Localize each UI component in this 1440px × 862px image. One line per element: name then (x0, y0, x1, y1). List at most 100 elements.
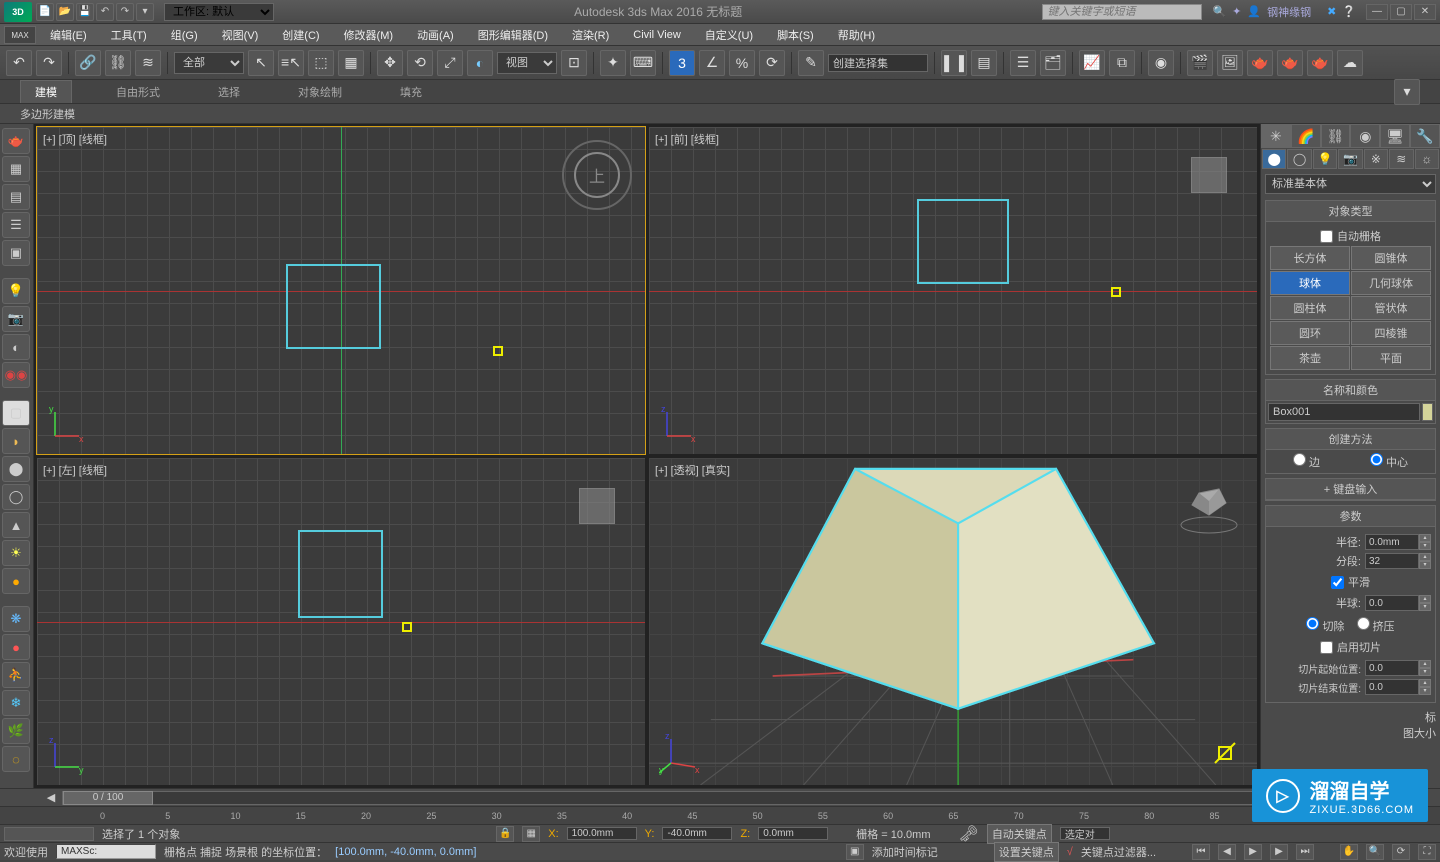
render-online-icon[interactable]: ☁ (1337, 50, 1363, 76)
viewcube-persp[interactable] (1169, 466, 1249, 546)
infocenter-icon[interactable]: ✖ (1327, 5, 1336, 18)
viewcube-left[interactable] (557, 466, 637, 546)
objbtn-cone[interactable]: 圆锥体 (1351, 246, 1431, 270)
maxscript-listener[interactable] (56, 844, 156, 859)
placement-icon[interactable]: ◐ (467, 50, 493, 76)
menu-animation[interactable]: 动画(A) (407, 25, 464, 45)
create-tab-icon[interactable]: ✳ (1261, 124, 1291, 148)
named-sel-sets-input[interactable] (828, 54, 928, 72)
cube-primitive-icon[interactable]: ▢ (2, 400, 30, 426)
rollout-header-namecolor[interactable]: 名称和颜色 (1266, 380, 1435, 401)
teapot-shortcut-icon[interactable]: 🫖 (2, 128, 30, 154)
viewcube-front[interactable] (1169, 135, 1249, 215)
object-color-swatch[interactable] (1422, 403, 1433, 421)
undo-icon[interactable]: ↶ (96, 3, 114, 21)
playback-next-icon[interactable]: ▶ (1270, 844, 1288, 860)
redo-icon[interactable]: ↷ (116, 3, 134, 21)
menu-grapheditors[interactable]: 图形编辑器(D) (468, 25, 558, 45)
cone-icon[interactable]: ▲ (2, 512, 30, 538)
add-time-marker[interactable]: 添加时间标记 (872, 844, 938, 860)
systems-subtab-icon[interactable]: ☼ (1415, 149, 1439, 169)
radius-dn-icon[interactable]: ▾ (1419, 542, 1431, 550)
key-icon[interactable]: 🗝 (959, 824, 979, 844)
objbtn-plane[interactable]: 平面 (1351, 346, 1431, 370)
rollout-header-objtype[interactable]: 对象类型 (1266, 201, 1435, 222)
transform-type-icon[interactable]: ▦ (522, 826, 540, 842)
sphere-primitive-icon[interactable]: ⬤ (2, 456, 30, 482)
tool-icon-2[interactable]: ▤ (2, 184, 30, 210)
menu-civilview[interactable]: Civil View (623, 27, 690, 43)
render-setup-icon[interactable]: 🎬 (1187, 50, 1213, 76)
torus-icon[interactable]: ◯ (2, 484, 30, 510)
time-slider[interactable]: ◀ 0 / 100 ▶ (0, 788, 1440, 806)
tool-icon-3[interactable]: ☰ (2, 212, 30, 238)
setkey-button[interactable]: 设置关键点 (994, 842, 1059, 862)
schematic-view-icon[interactable]: ⧉ (1109, 50, 1135, 76)
rollout-header-keyboard[interactable]: + 键盘输入 (1266, 479, 1435, 500)
link-icon[interactable]: 🔗 (75, 50, 101, 76)
curve-editor-icon[interactable]: 📈 (1079, 50, 1105, 76)
hemisphere-icon[interactable]: ◗ (2, 428, 30, 454)
prev-frame-icon[interactable]: ◀ (40, 791, 62, 804)
chop-radio[interactable]: 切除 (1306, 617, 1344, 634)
tool-icon-1[interactable]: ▦ (2, 156, 30, 182)
menu-edit[interactable]: 编辑(E) (40, 25, 97, 45)
coord-x-input[interactable] (567, 827, 637, 840)
sphere-orange-icon[interactable]: ● (2, 568, 30, 594)
ribbon-tab-freeform[interactable]: 自由形式 (102, 81, 174, 103)
camera-tool-icon[interactable]: 📷 (2, 306, 30, 332)
squash-radio[interactable]: 挤压 (1357, 617, 1395, 634)
shapes-subtab-icon[interactable]: ◯ (1287, 149, 1311, 169)
grass-icon[interactable]: 🌿 (2, 718, 30, 744)
scene-explorer-icon[interactable]: 🗂 (1040, 50, 1066, 76)
smooth-checkbox[interactable] (1331, 576, 1344, 589)
align-icon[interactable]: ▤ (971, 50, 997, 76)
workspace-select[interactable]: 工作区: 默认 (164, 3, 274, 21)
angle-snap-icon[interactable]: ∠ (699, 50, 725, 76)
user-account[interactable]: 🔍 ✦ 👤 钢神缘钢 ✖ ❔ (1212, 4, 1356, 20)
objbtn-teapot[interactable]: 茶壶 (1270, 346, 1350, 370)
lock-selection-icon[interactable]: 🔒 (496, 826, 514, 842)
nav-orbit-icon[interactable]: ⟳ (1392, 844, 1410, 860)
lights-subtab-icon[interactable]: 💡 (1313, 149, 1337, 169)
mirror-icon[interactable]: ▌▐ (941, 50, 967, 76)
layer-manager-icon[interactable]: ☰ (1010, 50, 1036, 76)
creation-edge-radio[interactable]: 边 (1293, 453, 1320, 470)
menu-help[interactable]: 帮助(H) (828, 25, 885, 45)
motion-tab-icon[interactable]: ◉ (1350, 124, 1380, 148)
display-tab-icon[interactable]: 🖥 (1380, 124, 1410, 148)
menu-tools[interactable]: 工具(T) (101, 25, 157, 45)
window-crossing-icon[interactable]: ▦ (338, 50, 364, 76)
helpers-subtab-icon[interactable]: ※ (1364, 149, 1388, 169)
slice-on-checkbox[interactable] (1320, 641, 1333, 654)
unlink-icon[interactable]: ⛓ (105, 50, 131, 76)
render-activeshade-icon[interactable]: 🫖 (1307, 50, 1333, 76)
render-iterative-icon[interactable]: 🫖 (1277, 50, 1303, 76)
material-editor-icon[interactable]: ◉ (1148, 50, 1174, 76)
save-file-icon[interactable]: 💾 (76, 3, 94, 21)
exchange-icon[interactable]: ✦ (1232, 5, 1241, 18)
particle-icon[interactable]: ❋ (2, 606, 30, 632)
seg-up-icon[interactable]: ▴ (1419, 553, 1431, 561)
select-object-icon[interactable]: ↖ (248, 50, 274, 76)
menu-views[interactable]: 视图(V) (212, 25, 269, 45)
viewport-front[interactable]: [+] [前] [线框] zx (648, 126, 1258, 455)
slice-from-spinner[interactable] (1365, 660, 1419, 676)
time-slider-track[interactable]: 0 / 100 (62, 791, 1378, 805)
app-logo[interactable]: 3D (4, 2, 32, 22)
ribbon-minimize-icon[interactable]: ▾ (1394, 79, 1420, 105)
playback-prev-icon[interactable]: ◀ (1218, 844, 1236, 860)
radius-spinner[interactable] (1365, 534, 1419, 550)
rollout-header-params[interactable]: 参数 (1266, 506, 1435, 527)
snap-toggle-icon[interactable]: 3 (669, 50, 695, 76)
ribbon-tab-selection[interactable]: 选择 (204, 81, 254, 103)
viewcube-top[interactable]: 上 (557, 135, 637, 215)
objbtn-geosphere[interactable]: 几何球体 (1351, 271, 1431, 295)
objbtn-box[interactable]: 长方体 (1270, 246, 1350, 270)
nav-zoom-icon[interactable]: 🔍 (1366, 844, 1384, 860)
pivot-center-icon[interactable]: ⊡ (561, 50, 587, 76)
menu-maxscript[interactable]: 脚本(S) (767, 25, 824, 45)
vp-left-label[interactable]: [+] [左] [线框] (43, 462, 107, 478)
isolate-icon[interactable]: ▣ (846, 844, 864, 860)
menu-group[interactable]: 组(G) (161, 25, 208, 45)
